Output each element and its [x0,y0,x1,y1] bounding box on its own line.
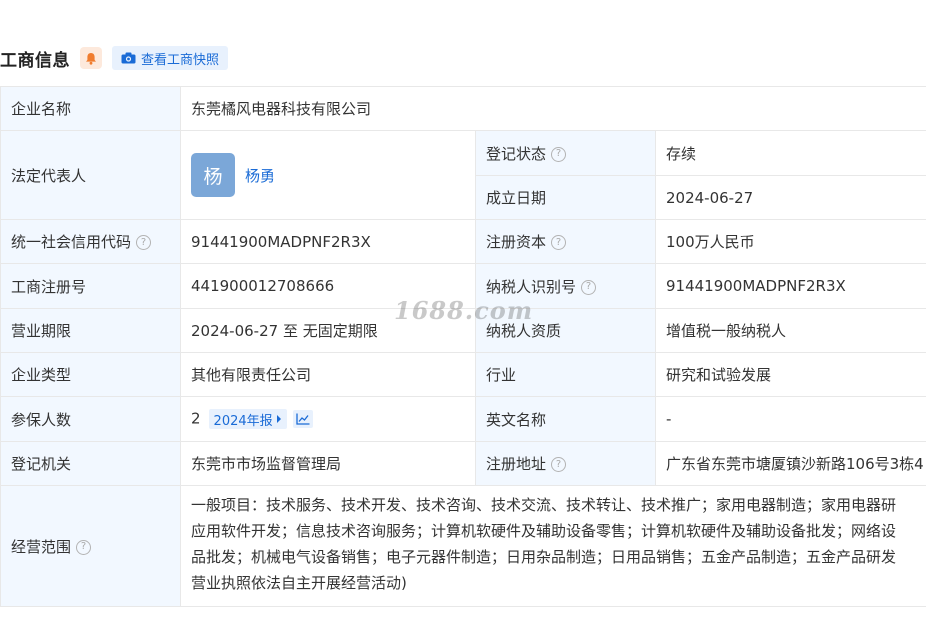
reg-capital-label: 注册资本 [486,233,547,251]
company-name-value: 东莞橘风电器科技有限公司 [179,86,926,131]
help-icon[interactable]: ? [551,146,567,162]
scope-line: 品批发；机械电气设备销售；电子元器件制造；日用杂品制造；日用品销售；五金产品制造… [191,548,897,566]
help-icon[interactable]: ? [551,457,567,472]
subscribe-button[interactable] [80,47,102,69]
table-row: 工商注册号 441900012708666 纳税人识别号? 91441900MA… [0,263,926,309]
reg-authority-value: 东莞市市场监督管理局 [180,441,476,486]
scope-line: 应用软件开发；信息技术咨询服务；计算机软硬件及辅助设备零售；计算机软硬件及辅助设… [191,522,897,540]
english-name-label: 英文名称 [475,396,656,442]
taxpayer-id-label: 纳税人识别号 [486,277,577,296]
reg-no-label: 工商注册号 [0,263,181,309]
trend-chart-button[interactable] [292,410,313,428]
insured-cell: 2 2024年报 [180,396,476,442]
bell-icon [86,52,96,65]
taxpayer-id-label-cell: 纳税人识别号? [475,263,656,309]
reg-status-label-cell: 登记状态? [475,130,656,176]
table-row: 法定代表人 杨 杨勇 登记状态? 存续 [0,130,926,220]
reg-capital-label-cell: 注册资本? [475,219,656,264]
snapshot-label: 查看工商快照 [141,52,220,68]
english-name-value: - [654,396,926,442]
insured-label: 参保人数 [0,396,181,442]
biz-term-label: 营业期限 [0,308,181,353]
tax-qual-value: 增值税一般纳税人 [654,308,926,353]
business-info-table: 企业名称 东莞橘风电器科技有限公司 法定代表人 杨 杨勇 登记状态? 存续 成立… [0,86,926,607]
credit-code-label-cell: 统一社会信用代码? [0,219,181,264]
scope-value: 一般项目：技术服务、技术开发、技术咨询、技术交流、技术转让、技术推广；家用电器制… [179,485,926,607]
reg-no-value: 441900012708666 [180,263,476,309]
reg-capital-value: 100万人民币 [654,219,926,264]
reg-address-value: 广东省东莞市塘厦镇沙新路106号3栋4 [654,441,926,486]
found-date-label: 成立日期 [475,175,656,220]
found-date-value: 2024-06-27 [654,175,926,220]
table-row: 企业类型 其他有限责任公司 行业 研究和试验发展 [0,352,926,397]
chevron-right-icon [276,415,281,423]
table-row: 参保人数 2 2024年报 英文名称 - [0,396,926,442]
table-row: 企业名称 东莞橘风电器科技有限公司 [0,86,926,131]
company-type-label: 企业类型 [0,352,181,397]
legal-rep-link[interactable]: 杨勇 [245,165,275,186]
reg-status-label: 登记状态 [486,144,547,163]
table-row: 营业期限 2024-06-27 至 无固定期限 纳税人资质 增值税一般纳税人 [0,308,926,353]
section-title: 工商信息 [0,50,70,71]
reg-status-value: 存续 [654,130,926,176]
scope-label: 经营范围 [11,537,72,556]
help-icon[interactable]: ? [136,235,152,250]
reg-address-label-cell: 注册地址? [475,441,656,486]
scope-line: 一般项目：技术服务、技术开发、技术咨询、技术交流、技术转让、技术推广；家用电器制… [191,496,897,514]
snapshot-button[interactable]: 查看工商快照 [112,46,229,70]
legal-rep-label: 法定代表人 [0,130,181,220]
biz-term-value: 2024-06-27 至 无固定期限 [180,308,476,353]
scope-label-cell: 经营范围? [0,485,181,607]
legal-rep-cell: 杨 杨勇 [180,130,476,220]
help-icon[interactable]: ? [581,279,597,295]
insured-value: 2 [191,409,201,428]
company-type-value: 其他有限责任公司 [180,352,476,397]
credit-code-label: 统一社会信用代码 [11,233,132,251]
camera-icon [121,52,136,64]
credit-code-value: 91441900MADPNF2R3X [180,219,476,264]
reg-authority-label: 登记机关 [0,441,181,486]
annual-report-button[interactable]: 2024年报 [208,409,287,429]
help-icon[interactable]: ? [551,235,567,250]
table-row: 登记机关 东莞市市场监督管理局 注册地址? 广东省东莞市塘厦镇沙新路106号3栋… [0,441,926,486]
company-name-label: 企业名称 [0,86,181,131]
industry-label: 行业 [475,352,656,397]
avatar[interactable]: 杨 [191,153,235,197]
line-chart-icon [295,413,310,425]
help-icon[interactable]: ? [76,539,92,555]
table-row: 统一社会信用代码? 91441900MADPNF2R3X 注册资本? 100万人… [0,219,926,264]
table-row: 经营范围? 一般项目：技术服务、技术开发、技术咨询、技术交流、技术转让、技术推广… [0,485,926,607]
taxpayer-id-value: 91441900MADPNF2R3X [654,263,926,309]
tax-qual-label: 纳税人资质 [475,308,656,353]
annual-report-label: 2024年报 [213,413,273,429]
industry-value: 研究和试验发展 [654,352,926,397]
scope-line: 营业执照依法自主开展经营活动) [191,574,407,592]
section-header: 工商信息 查看工商快照 [0,44,229,72]
reg-address-label: 注册地址 [486,455,547,473]
